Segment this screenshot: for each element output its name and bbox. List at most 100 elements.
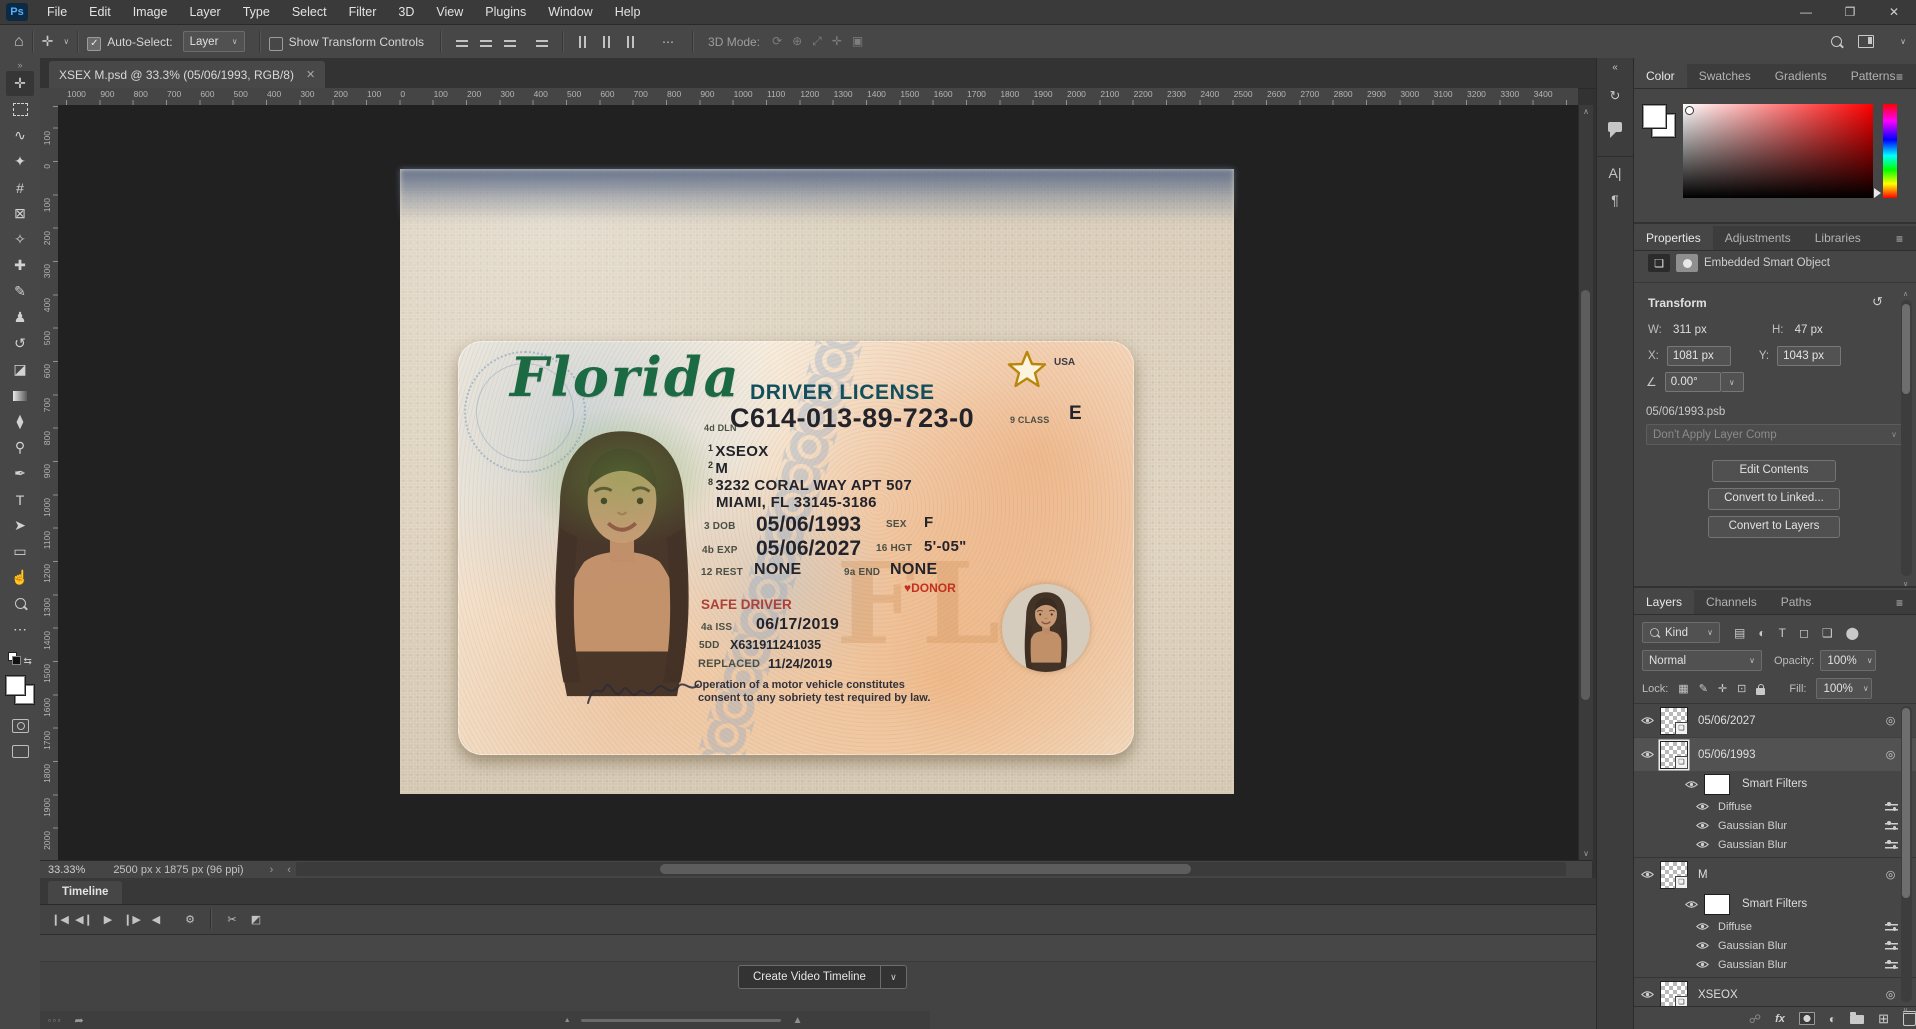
saturation-brightness-field[interactable]: [1683, 104, 1873, 198]
filter-row[interactable]: Diffuse: [1634, 917, 1916, 936]
tab-layers[interactable]: Layers: [1634, 590, 1695, 614]
convert-to-layers-button[interactable]: Convert to Layers: [1708, 516, 1840, 538]
align-left-icon[interactable]: [456, 36, 469, 47]
workspace-chevron-icon[interactable]: ∨: [1900, 37, 1906, 46]
menu-window[interactable]: Window: [537, 0, 603, 24]
more-tools-icon[interactable]: ⋯: [6, 617, 34, 642]
frame-view-icon[interactable]: ▫▫▫: [48, 1016, 63, 1025]
settings-gear-icon[interactable]: ⚙: [178, 913, 202, 926]
lock-position-icon[interactable]: ✛: [1718, 682, 1727, 695]
layers-scrollbar[interactable]: ∨: [1901, 706, 1912, 1014]
filter-row[interactable]: Gaussian Blur: [1634, 955, 1916, 974]
status-menu-chevron-icon[interactable]: ›: [270, 864, 274, 876]
visibility-eye-icon[interactable]: [1640, 750, 1654, 759]
filter-name[interactable]: Gaussian Blur: [1718, 940, 1787, 952]
transition-icon[interactable]: ◩: [244, 913, 268, 926]
layer-row[interactable]: ❏05/06/1993◎∧: [1634, 737, 1916, 771]
tab-properties[interactable]: Properties: [1634, 226, 1713, 250]
filter-toggle-icon[interactable]: ⬤: [1846, 626, 1859, 640]
move-tool-preset-icon[interactable]: ✛: [42, 33, 54, 50]
layer-name[interactable]: M: [1698, 869, 1708, 881]
visibility-eye-icon[interactable]: [1695, 922, 1709, 931]
shape-tool-icon[interactable]: ▭: [6, 539, 34, 564]
filter-name[interactable]: Gaussian Blur: [1718, 839, 1787, 851]
filter-mask-thumbnail[interactable]: [1704, 893, 1730, 915]
opacity-input[interactable]: 100% ∨: [1820, 650, 1877, 671]
horizontal-scroll-thumb[interactable]: [660, 864, 1191, 874]
paragraph-panel-icon[interactable]: ¶: [1597, 192, 1633, 208]
filter-row[interactable]: Diffuse: [1634, 797, 1916, 816]
vertical-scrollbar[interactable]: ∧ ∨: [1578, 105, 1593, 860]
timeline-zoom-slider[interactable]: [580, 1018, 781, 1022]
menu-3d[interactable]: 3D: [387, 0, 425, 24]
filter-options-icon[interactable]: [1885, 921, 1898, 932]
lock-pixels-icon[interactable]: ✎: [1699, 682, 1708, 695]
brush-tool-icon[interactable]: ✎: [6, 279, 34, 304]
smart-filter-indicator-icon[interactable]: ◎: [1886, 868, 1896, 881]
zoom-in-icon[interactable]: ▲: [793, 1015, 803, 1026]
menu-layer[interactable]: Layer: [178, 0, 231, 24]
visibility-eye-icon[interactable]: [1695, 840, 1709, 849]
menu-select[interactable]: Select: [281, 0, 338, 24]
hand-tool-icon[interactable]: ☝: [6, 565, 34, 590]
prev-frame-icon[interactable]: ◀❙: [72, 913, 96, 926]
menu-type[interactable]: Type: [232, 0, 281, 24]
character-panel-icon[interactable]: A|: [1597, 156, 1633, 181]
layer-row[interactable]: ❏05/06/2027◎∨: [1634, 703, 1916, 737]
show-transform-checkbox[interactable]: [268, 36, 283, 51]
menu-plugins[interactable]: Plugins: [474, 0, 537, 24]
filter-row[interactable]: Gaussian Blur: [1634, 936, 1916, 955]
filter-options-icon[interactable]: [1885, 940, 1898, 951]
auto-select-checkbox[interactable]: ✓: [87, 36, 102, 51]
w-value[interactable]: 311 px: [1673, 324, 1707, 336]
filter-name[interactable]: Diffuse: [1718, 921, 1752, 933]
filter-row[interactable]: Gaussian Blur: [1634, 835, 1916, 854]
tab-color[interactable]: Color: [1634, 64, 1687, 88]
align-bottom-icon[interactable]: [627, 35, 638, 48]
visibility-eye-icon[interactable]: [1695, 821, 1709, 830]
h-value[interactable]: 47 px: [1795, 324, 1823, 336]
layer-group-icon[interactable]: [1850, 1012, 1865, 1024]
pixel-layer-filter-icon[interactable]: ▤: [1734, 626, 1745, 640]
lasso-tool-icon[interactable]: ∿: [6, 123, 34, 148]
workspace-switcher-icon[interactable]: [1858, 35, 1875, 48]
timeline-type-chevron-icon[interactable]: ∨: [880, 965, 907, 989]
zoom-level[interactable]: 33.33%: [48, 864, 85, 876]
x-input[interactable]: 1081 px: [1666, 346, 1731, 366]
history-brush-tool-icon[interactable]: ↺: [6, 331, 34, 356]
visibility-eye-icon[interactable]: [1695, 960, 1709, 969]
tab-paths[interactable]: Paths: [1769, 590, 1824, 614]
adjustment-filter-icon[interactable]: ◐: [1758, 626, 1765, 640]
audio-mute-icon[interactable]: ◀: [144, 913, 168, 926]
collapse-panels-icon[interactable]: «: [1597, 62, 1633, 73]
horizontal-ruler[interactable]: 1000 900 800 700 600 500 400 300 200 100 0 100 200 30…: [58, 88, 1578, 106]
tab-gradients[interactable]: Gradients: [1763, 64, 1839, 88]
first-frame-icon[interactable]: ❙◀: [48, 913, 72, 926]
shape-filter-icon[interactable]: ◻: [1799, 626, 1809, 640]
toolbar-overflow-icon[interactable]: »: [0, 58, 40, 70]
quick-mask-button[interactable]: [11, 719, 29, 733]
layer-name[interactable]: XSEOX: [1698, 989, 1738, 1001]
screen-mode-button[interactable]: [11, 745, 29, 758]
history-panel-icon[interactable]: ↻: [1597, 88, 1633, 104]
foreground-color-swatch[interactable]: [5, 675, 26, 696]
magic-wand-tool-icon[interactable]: ✦: [6, 149, 34, 174]
pen-tool-icon[interactable]: ✒: [6, 461, 34, 486]
visibility-eye-icon[interactable]: [1695, 941, 1709, 950]
scroll-down-icon[interactable]: ∨: [1579, 849, 1593, 858]
smart-filter-indicator-icon[interactable]: ◎: [1886, 748, 1896, 761]
properties-scrollbar[interactable]: ∧ ∨: [1901, 291, 1912, 588]
hue-strip[interactable]: [1883, 104, 1897, 198]
smart-filter-indicator-icon[interactable]: ◎: [1886, 988, 1896, 1001]
crop-tool-icon[interactable]: #: [6, 175, 34, 200]
smart-filters-row[interactable]: Smart Filters: [1634, 891, 1916, 917]
tab-channels[interactable]: Channels: [1694, 590, 1769, 614]
tab-close-icon[interactable]: ✕: [306, 68, 315, 81]
adjustment-layer-icon[interactable]: ◐: [1829, 1012, 1836, 1026]
layer-effects-fx-icon[interactable]: fx: [1775, 1013, 1785, 1025]
menu-help[interactable]: Help: [604, 0, 652, 24]
layer-thumbnail[interactable]: ❏: [1660, 860, 1688, 889]
search-icon[interactable]: [1831, 36, 1843, 47]
clone-stamp-tool-icon[interactable]: ♟: [6, 305, 34, 330]
menu-edit[interactable]: Edit: [78, 0, 122, 24]
